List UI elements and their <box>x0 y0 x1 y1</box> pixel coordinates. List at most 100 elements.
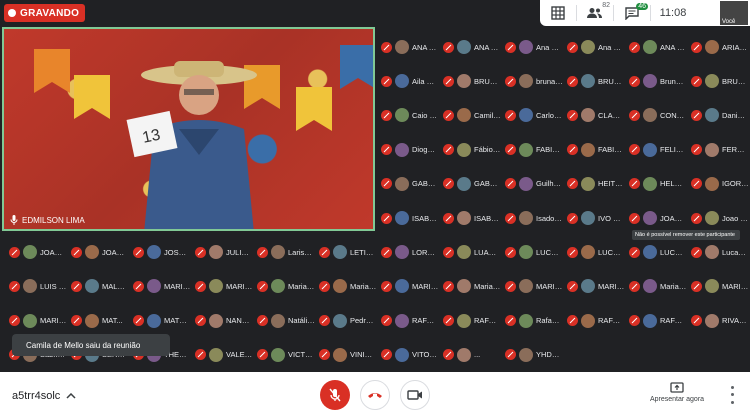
participant-tile[interactable]: CONCEIC... <box>625 98 687 132</box>
participant-tile[interactable]: Guilherm... <box>501 167 563 201</box>
participant-tile[interactable]: Fábio Ca... <box>439 133 501 167</box>
muted-mic-icon <box>567 178 578 190</box>
meeting-details-button[interactable]: a5trr4solc <box>12 390 76 402</box>
participant-tile[interactable]: LUIS MEL... <box>5 269 67 303</box>
participant-tile[interactable]: Larissa D... <box>253 235 315 269</box>
muted-mic-icon <box>71 280 82 292</box>
participant-tile[interactable]: IGOR ME... <box>687 167 749 201</box>
participant-tile[interactable]: JOAO VI... <box>67 235 129 269</box>
mic-toggle-button[interactable] <box>320 380 350 410</box>
participant-tile[interactable]: YHDEMI... <box>501 338 563 372</box>
participant-tile[interactable]: RAFAELA ... <box>625 304 687 338</box>
participant-tile[interactable]: Diogo Lyra <box>377 133 439 167</box>
participant-tile[interactable]: JULIA BE... <box>191 235 253 269</box>
participant-tile[interactable]: RAFAEL ... <box>439 304 501 338</box>
participant-tile[interactable]: GABRIEL ... <box>377 167 439 201</box>
participant-name: ANA ALB... <box>474 42 501 52</box>
participant-tile[interactable]: Rafael Si... <box>501 304 563 338</box>
participant-tile[interactable]: LUANA C... <box>439 235 501 269</box>
more-options-button[interactable] <box>722 384 742 406</box>
muted-mic-icon <box>691 109 702 121</box>
participant-tile[interactable]: LETICIA ... <box>315 235 377 269</box>
muted-mic-icon <box>567 75 578 87</box>
participant-tile[interactable]: VINICIUS ... <box>315 338 377 372</box>
participant-tile[interactable]: MATEUS ... <box>129 304 191 338</box>
participant-tile[interactable]: ... <box>439 338 501 372</box>
participant-tile[interactable]: Aila Katz <box>377 64 439 98</box>
participant-tile[interactable]: RIVALDO ... <box>687 304 749 338</box>
participant-name: LORENA ... <box>412 247 439 257</box>
camera-toggle-button[interactable] <box>400 380 430 410</box>
participant-tile[interactable]: MARIA C... <box>191 269 253 303</box>
participant-tile[interactable]: MARIA B... <box>129 269 191 303</box>
avatar <box>395 347 409 362</box>
participant-tile[interactable]: RAFAEL ... <box>377 304 439 338</box>
participants-button[interactable]: 82 <box>577 0 613 26</box>
participant-tile[interactable]: Isadora C... <box>501 201 563 235</box>
muted-mic-icon <box>257 246 268 258</box>
participant-tile[interactable]: Maria Lui... <box>439 269 501 303</box>
participant-tile[interactable]: RAFAEL ... <box>563 304 625 338</box>
participant-tile[interactable]: Pedro He... <box>315 304 377 338</box>
participant-tile[interactable]: Natália A... <box>253 304 315 338</box>
avatar <box>705 279 719 294</box>
participant-tile[interactable]: LORENA ... <box>377 235 439 269</box>
participant-tile[interactable]: FABIO G... <box>501 133 563 167</box>
participant-tile[interactable]: JOAO TO... <box>5 235 67 269</box>
participant-tile[interactable]: Ana Chris... <box>501 30 563 64</box>
participant-tile[interactable]: MARIA VI... <box>563 269 625 303</box>
participant-tile[interactable]: Ana Mari... <box>563 30 625 64</box>
participant-tile[interactable]: JOSETE T... <box>129 235 191 269</box>
participant-tile[interactable]: Lucas Sc... <box>687 235 749 269</box>
presenter-tile[interactable]: 13 EDMILSON LIMA <box>2 27 375 231</box>
participant-tile[interactable]: MARIA L... <box>377 269 439 303</box>
participant-tile[interactable]: Bruno Lyra <box>625 64 687 98</box>
chat-button[interactable]: 46 <box>614 0 650 26</box>
leave-call-button[interactable] <box>360 380 390 410</box>
participant-tile[interactable]: BRUNO T... <box>687 64 749 98</box>
participant-tile[interactable]: FERNAN... <box>687 133 749 167</box>
participant-tile[interactable]: VICTOR A... <box>253 338 315 372</box>
participant-tile[interactable]: ISABELA ... <box>377 201 439 235</box>
participant-tile[interactable]: IVO CAR... <box>563 201 625 235</box>
participant-tile[interactable]: MARINA ... <box>687 269 749 303</box>
participant-tile[interactable]: HEITOR O... <box>563 167 625 201</box>
participant-tile[interactable]: bruna ma... <box>501 64 563 98</box>
grid-layout-icon[interactable] <box>540 0 576 26</box>
participant-tile[interactable]: Daniel Ag... <box>687 98 749 132</box>
participant-tile[interactable]: BRUNA V... <box>563 64 625 98</box>
participant-tile[interactable]: Camila Se... <box>439 98 501 132</box>
participant-tile[interactable]: ANA PAD... <box>625 30 687 64</box>
recording-label: GRAVANDO <box>20 7 80 19</box>
participant-tile[interactable]: Carlos bo... <box>501 98 563 132</box>
participant-tile[interactable]: MARIA R... <box>501 269 563 303</box>
participant-tile[interactable]: BRUNO A... <box>439 64 501 98</box>
participant-name: MARIA VI... <box>598 281 625 291</box>
participant-tile[interactable]: Maria Ed... <box>315 269 377 303</box>
participant-tile[interactable]: FELIPE W... <box>625 133 687 167</box>
participant-tile[interactable]: MARIAN... <box>5 304 67 338</box>
participant-tile[interactable]: CLARA S... <box>563 98 625 132</box>
participant-tile[interactable]: ISABELA ... <box>439 201 501 235</box>
participant-name: ISABELA ... <box>474 213 501 223</box>
participant-tile[interactable]: NANDA R... <box>191 304 253 338</box>
participant-tile[interactable]: LUCAS G... <box>625 235 687 269</box>
participant-tile[interactable]: VITOR NE... <box>377 338 439 372</box>
participant-tile[interactable]: Caio LYRA <box>377 98 439 132</box>
participant-tile[interactable]: Mariana ... <box>625 269 687 303</box>
muted-mic-icon <box>505 178 516 190</box>
participant-tile[interactable]: FABIO GI... <box>563 133 625 167</box>
participant-tile[interactable]: ARIANO ... <box>687 30 749 64</box>
participant-tile[interactable]: LUCAS A... <box>501 235 563 269</box>
participant-tile[interactable]: MAT... <box>67 304 129 338</box>
self-view-tile[interactable]: Você <box>720 1 748 25</box>
participant-tile[interactable]: MALU AR... <box>67 269 129 303</box>
participant-tile[interactable]: ANA AGU... <box>377 30 439 64</box>
participant-tile[interactable]: ANA ALB... <box>439 30 501 64</box>
participant-tile[interactable]: HELENA ... <box>625 167 687 201</box>
participant-tile[interactable]: GABRIEL ... <box>439 167 501 201</box>
participant-tile[interactable]: Maria Cla... <box>253 269 315 303</box>
participant-tile[interactable]: LUCAS A... <box>563 235 625 269</box>
present-now-button[interactable]: Apresentar agora <box>644 382 710 403</box>
participant-tile[interactable]: VALENTI... <box>191 338 253 372</box>
